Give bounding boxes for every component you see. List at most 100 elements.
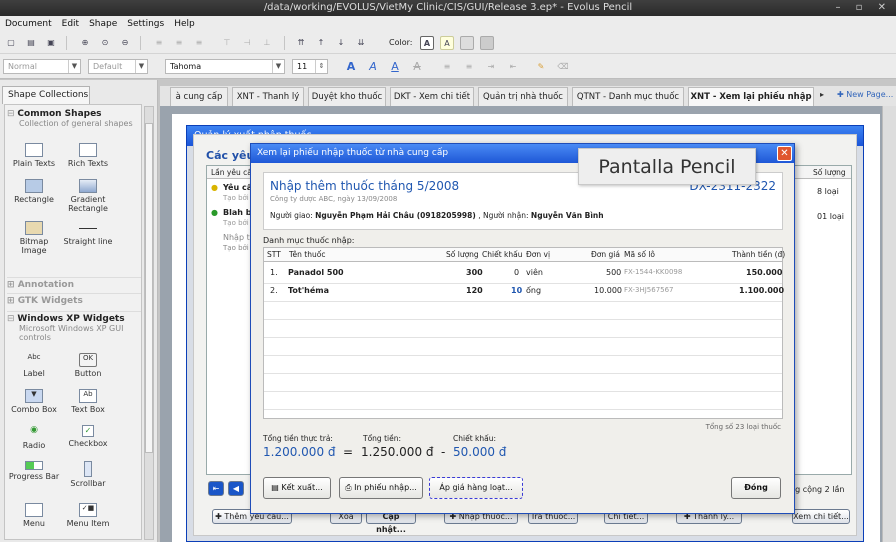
send-backward-icon[interactable]: ↓ xyxy=(334,36,348,50)
gtk-widgets-section[interactable]: ⊞ GTK Widgets xyxy=(7,293,141,307)
tab-page-1[interactable]: à cung cấp xyxy=(170,87,228,106)
gradient-rectangle-icon xyxy=(79,179,97,193)
window-controls[interactable]: – ▫ ✕ xyxy=(835,0,892,16)
tab-page-6[interactable]: QTNT - Danh mục thuốc xyxy=(572,87,684,106)
shape-scrollbar[interactable]: Scrollbar xyxy=(61,461,115,488)
view-details-button[interactable]: Xem chi tiết... xyxy=(792,509,850,524)
menu-settings[interactable]: Settings xyxy=(122,19,169,29)
font-size-value: 11 xyxy=(297,62,308,71)
canvas-vertical-scrollbar[interactable] xyxy=(882,106,896,542)
rich-text-icon xyxy=(79,143,97,157)
close-dialog-button[interactable]: Đóng xyxy=(731,477,781,499)
align-center-icon[interactable]: ≡ xyxy=(172,36,186,50)
shape-radio[interactable]: ◉ Radio xyxy=(7,425,61,450)
windows-xp-section[interactable]: ⊟ Windows XP Widgets Microsoft Windows X… xyxy=(7,311,141,342)
new-document-icon[interactable]: ▢ xyxy=(4,36,18,50)
align-bottom-icon[interactable]: ⊥ xyxy=(260,36,274,50)
table-row[interactable]: 2. Tot'héma 120 10 ống 10.000 FX-3HJ5675… xyxy=(264,284,785,302)
shape-combo-box[interactable]: ▼ Combo Box xyxy=(7,389,61,414)
text-align-left-icon[interactable]: ≡ xyxy=(440,60,454,74)
minus-sign: - xyxy=(441,445,446,459)
shape-label[interactable]: Abc Label xyxy=(7,353,61,378)
text-align-center-icon[interactable]: ≡ xyxy=(462,60,476,74)
bring-front-icon[interactable]: ⇈ xyxy=(294,36,308,50)
fill-color-icon[interactable]: A xyxy=(440,36,454,50)
zoom-reset-icon[interactable]: ⊙ xyxy=(98,36,112,50)
table-row[interactable]: 1. Panadol 500 300 0 viên 500 FX-1544-KK… xyxy=(264,266,782,284)
send-back-icon[interactable]: ⇊ xyxy=(354,36,368,50)
tab-page-4[interactable]: DKT - Xem chi tiết xyxy=(390,87,474,106)
shape-menu-item[interactable]: ✓■ Menu Item xyxy=(61,503,115,528)
shape-straight-line[interactable]: Straight line xyxy=(61,221,115,246)
shape-progress-bar[interactable]: Progress Bar xyxy=(7,461,61,481)
text-color-icon[interactable]: A xyxy=(420,36,434,50)
close-icon[interactable]: ✕ xyxy=(777,146,792,161)
bulk-price-button[interactable]: Áp giá hàng loạt... xyxy=(429,477,523,499)
bitmap-image-icon xyxy=(25,221,43,235)
print-button[interactable]: ⎙ In phiếu nhập... xyxy=(339,477,423,499)
export-button[interactable]: ▤ Kết xuất... xyxy=(263,477,331,499)
align-left-icon[interactable]: ≡ xyxy=(152,36,166,50)
border-color-icon[interactable] xyxy=(480,36,494,50)
tab-page-2[interactable]: XNT - Thanh lý xyxy=(232,87,304,106)
menu-help[interactable]: Help xyxy=(169,19,200,29)
toolbar-separator xyxy=(284,36,285,50)
prev-page-icon[interactable]: ◀ xyxy=(228,481,244,496)
first-page-icon[interactable]: ⇤ xyxy=(208,481,224,496)
tabs-scroll-right-icon[interactable]: ▸ xyxy=(820,90,824,99)
underline-icon[interactable]: A xyxy=(388,60,402,74)
shape-plain-texts[interactable]: Plain Texts xyxy=(7,143,61,168)
scrollbar-thumb[interactable] xyxy=(145,123,153,453)
row-title: Nhập t xyxy=(223,233,250,242)
align-middle-icon[interactable]: ⊣ xyxy=(240,36,254,50)
format-painter-icon[interactable]: ✎ xyxy=(534,60,548,74)
shape-checkbox[interactable]: ✓ Checkbox xyxy=(61,425,115,448)
tab-page-5[interactable]: Quản trị nhà thuốc xyxy=(478,87,568,106)
clear-format-icon[interactable]: ⌫ xyxy=(556,60,570,74)
shape-label-text: Menu xyxy=(23,519,45,528)
menu-shape[interactable]: Shape xyxy=(84,19,122,29)
shape-button[interactable]: OK Button xyxy=(61,353,115,378)
shape-rich-texts[interactable]: Rich Texts xyxy=(61,143,115,168)
align-top-icon[interactable]: ⊤ xyxy=(220,36,234,50)
open-icon[interactable]: ▤ xyxy=(24,36,38,50)
shape-text-box[interactable]: Ab Text Box xyxy=(61,389,115,414)
new-page-button[interactable]: ✚ New Page... xyxy=(837,90,893,99)
background-color-icon[interactable] xyxy=(460,36,474,50)
cell-total: 1.100.000 xyxy=(739,286,785,295)
align-right-icon[interactable]: ≡ xyxy=(192,36,206,50)
table-row-empty xyxy=(264,356,782,374)
font-style-combo[interactable]: Normal ▼ xyxy=(3,59,81,74)
collapse-icon[interactable]: ⊟ xyxy=(7,314,17,324)
left-panel-scrollbar[interactable] xyxy=(144,106,154,540)
font-variant-combo[interactable]: Default ▼ xyxy=(88,59,148,74)
strike-icon[interactable]: A xyxy=(410,60,424,74)
medicine-table: STT Tên thuốc Số lượng Chiết khấu Đơn vị… xyxy=(263,247,785,419)
tab-page-active[interactable]: XNT - Xem lại phiếu nhập xyxy=(688,87,814,106)
shape-rectangle[interactable]: Rectangle xyxy=(7,179,61,204)
tab-page-3[interactable]: Duyệt kho thuốc xyxy=(308,87,386,106)
menu-edit[interactable]: Edit xyxy=(57,19,84,29)
shape-bitmap-image[interactable]: Bitmap Image xyxy=(7,221,61,255)
shape-menu[interactable]: Menu xyxy=(7,503,61,528)
color-label: Color: xyxy=(389,38,413,47)
tab-shape-collections[interactable]: Shape Collections xyxy=(2,86,90,104)
annotation-section[interactable]: ⊞ Annotation xyxy=(7,277,141,291)
menu-document[interactable]: Document xyxy=(0,19,57,29)
font-family-combo[interactable]: Tahoma ▼ xyxy=(165,59,285,74)
outdent-icon[interactable]: ⇤ xyxy=(506,60,520,74)
cell-discount[interactable]: 10 xyxy=(511,286,522,295)
indent-icon[interactable]: ⇥ xyxy=(484,60,498,74)
shape-gradient-rectangle[interactable]: Gradient Rectangle xyxy=(61,179,115,213)
collapse-icon[interactable]: ⊟ xyxy=(7,109,17,119)
common-shapes-section[interactable]: ⊟ Common Shapes Collection of general sh… xyxy=(7,109,141,129)
zoom-in-icon[interactable]: ⊕ xyxy=(78,36,92,50)
font-size-spinner[interactable]: 11 ⇕ xyxy=(292,59,328,74)
zoom-out-icon[interactable]: ⊖ xyxy=(118,36,132,50)
bring-forward-icon[interactable]: ↑ xyxy=(314,36,328,50)
cell-price: 10.000 xyxy=(594,286,622,295)
italic-icon[interactable]: A xyxy=(366,60,380,74)
bold-icon[interactable]: A xyxy=(344,60,358,74)
save-icon[interactable]: ▣ xyxy=(44,36,58,50)
cell-total: 150.000 xyxy=(746,268,783,277)
